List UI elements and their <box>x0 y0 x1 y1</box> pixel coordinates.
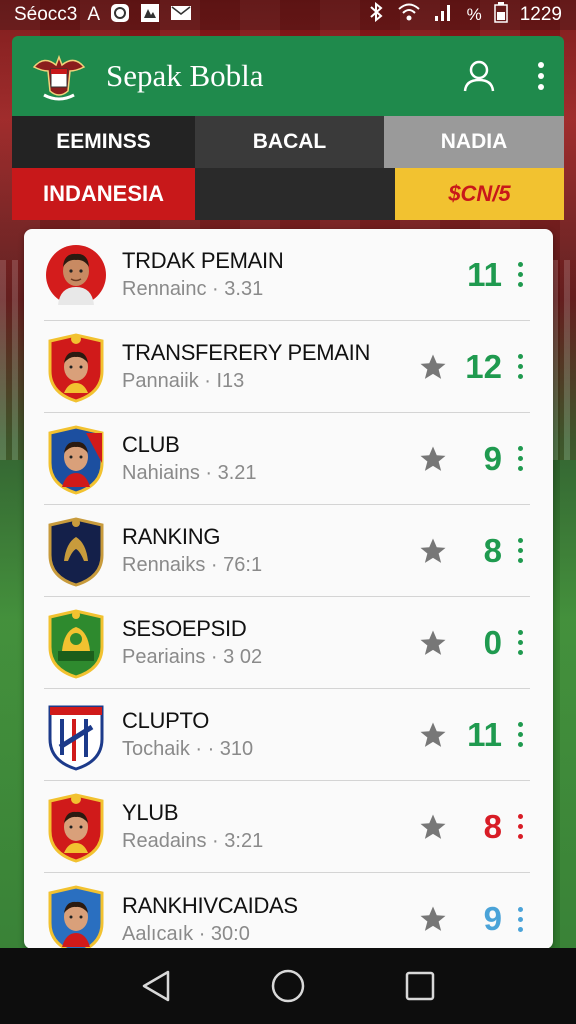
back-triangle-icon[interactable] <box>134 964 178 1008</box>
percent-icon: % <box>466 5 482 24</box>
star-icon[interactable] <box>418 904 448 934</box>
list-item[interactable]: RANKING Rennaiks · 76:1 8 <box>44 505 530 597</box>
star-icon[interactable] <box>418 444 448 474</box>
user-icon[interactable] <box>462 59 496 93</box>
item-title: CLUPTO <box>122 708 210 733</box>
item-score: 9 <box>483 439 502 477</box>
player-avatar-icon <box>44 239 108 311</box>
star-icon[interactable] <box>418 352 448 382</box>
item-subtitle: Aalıcaık · 30:0 <box>122 922 250 945</box>
more-vertical-icon[interactable] <box>510 904 530 934</box>
item-score: 12 <box>465 347 502 385</box>
item-title: RANKING <box>122 524 221 549</box>
status-letter: A <box>87 4 101 25</box>
list-item[interactable]: SESOEPSID Peariains · 3 02 0 <box>44 597 530 689</box>
list-item[interactable]: RANKHIVCAIDAS Aalıcaık · 30:0 9 <box>44 873 530 949</box>
player-crest-icon <box>44 331 108 403</box>
ranking-list: TRDAK PEMAIN Rennainc · 3.31 11 TRANSFER… <box>24 229 553 949</box>
image-icon <box>140 3 160 28</box>
item-score: 9 <box>483 900 502 937</box>
tabs-row-secondary: INDANESIA $CN/5 <box>12 168 564 220</box>
star-icon[interactable] <box>418 812 448 842</box>
list-item[interactable]: CLUPTO Tochaik · · 310 11 <box>44 689 530 781</box>
mail-icon <box>170 4 192 27</box>
more-vertical-icon[interactable] <box>510 352 530 382</box>
status-bar: Séocc3 A % 1229 <box>0 0 576 30</box>
star-icon[interactable] <box>418 628 448 658</box>
item-subtitle: Readains · 3:21 <box>122 830 264 852</box>
club-crest-icon <box>44 515 108 587</box>
more-vertical-icon[interactable] <box>510 260 530 290</box>
item-subtitle: Nahiains · 3.21 <box>122 462 257 484</box>
more-vertical-icon[interactable] <box>510 812 530 842</box>
item-subtitle: Peariains · 3 02 <box>122 646 263 668</box>
tab-indanesia[interactable]: INDANESIA <box>12 168 195 220</box>
app-header: Sepak Bobla <box>12 36 564 116</box>
tab-eeminss[interactable]: EEMINSS <box>12 116 195 168</box>
carrier-label: Séocc3 <box>14 4 78 25</box>
more-vertical-icon[interactable] <box>510 720 530 750</box>
bluetooth-icon <box>367 1 385 28</box>
item-score: 0 <box>483 623 502 661</box>
clock: 1229 <box>519 4 562 25</box>
system-nav-bar <box>0 948 576 1024</box>
club-crest-icon <box>44 607 108 679</box>
at-icon <box>110 3 130 28</box>
item-subtitle: Rennaiks · 76:1 <box>122 554 263 576</box>
tab-blank[interactable] <box>195 168 395 220</box>
list-item[interactable]: CLUB Nahiains · 3.21 9 <box>44 413 530 505</box>
recents-square-icon[interactable] <box>398 964 442 1008</box>
more-vertical-icon[interactable] <box>510 536 530 566</box>
wifi-icon <box>397 2 421 28</box>
item-score: 8 <box>483 531 502 569</box>
item-title: SESOEPSID <box>122 616 247 641</box>
item-score: 11 <box>467 715 502 753</box>
item-score: 11 <box>467 255 502 293</box>
item-score: 8 <box>483 807 502 845</box>
app-title: Sepak Bobla <box>106 58 264 93</box>
item-subtitle: Tochaik · · 310 <box>122 738 254 760</box>
list-item[interactable]: TRDAK PEMAIN Rennainc · 3.31 11 <box>44 229 530 321</box>
item-title: RANKHIVCAIDAS <box>122 892 298 918</box>
list-item[interactable]: TRANSFERERY PEMAIN Pannaiik · I13 12 <box>44 321 530 413</box>
item-subtitle: Pannaiik · I13 <box>122 370 245 392</box>
item-title: TRANSFERERY PEMAIN <box>122 340 371 365</box>
garuda-crest-icon <box>30 47 88 105</box>
tab-nadia[interactable]: NADIA <box>384 116 564 168</box>
tabs-row-primary: EEMINSS BACAL NADIA <box>12 116 564 168</box>
list-item[interactable]: YLUB Readains · 3:21 8 <box>44 781 530 873</box>
player-crest-icon <box>44 883 108 949</box>
more-vertical-icon[interactable] <box>510 444 530 474</box>
item-title: YLUB <box>122 800 179 825</box>
home-circle-icon[interactable] <box>266 964 310 1008</box>
item-title: TRDAK PEMAIN <box>122 248 284 273</box>
tab-scn5[interactable]: $CN/5 <box>395 168 564 220</box>
star-icon[interactable] <box>418 536 448 566</box>
club-crest-icon <box>44 699 108 771</box>
signal-icon <box>433 2 455 28</box>
more-vertical-icon[interactable] <box>510 628 530 658</box>
tab-bacal[interactable]: BACAL <box>195 116 384 168</box>
item-subtitle: Rennainc · 3.31 <box>122 278 264 300</box>
star-icon[interactable] <box>418 720 448 750</box>
player-crest-icon <box>44 423 108 495</box>
battery-icon <box>493 1 508 29</box>
more-vertical-icon[interactable] <box>536 61 546 91</box>
player-crest-icon <box>44 791 108 863</box>
item-title: CLUB <box>122 432 180 457</box>
